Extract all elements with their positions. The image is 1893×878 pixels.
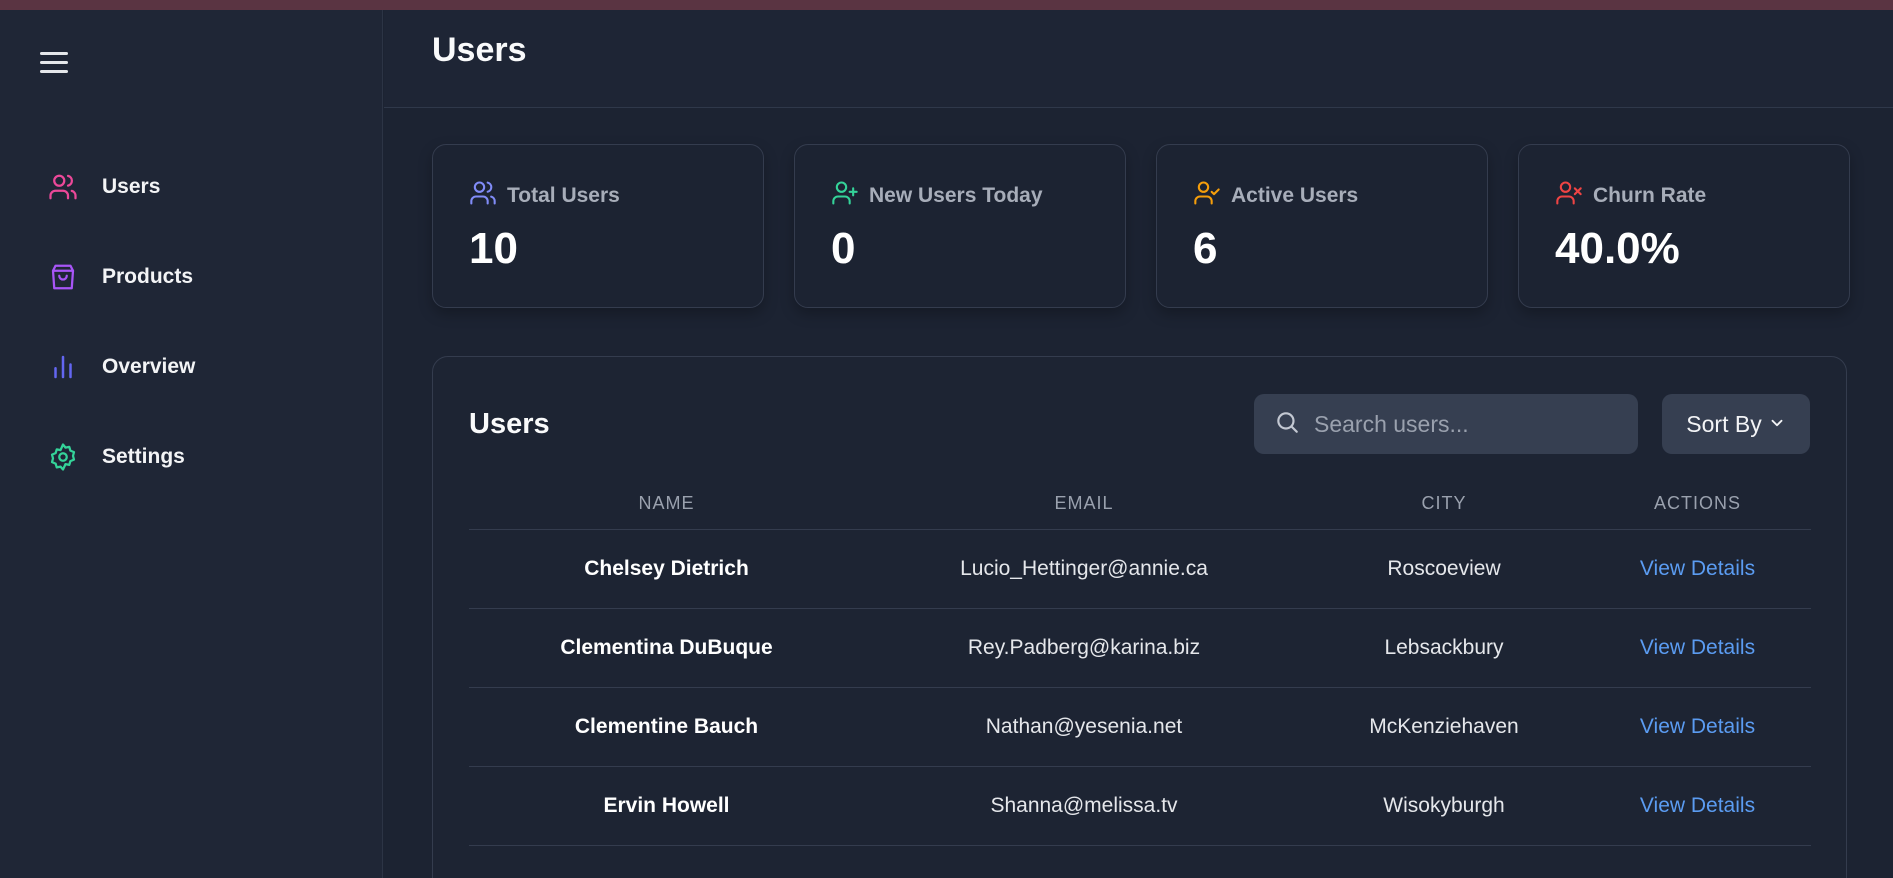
view-details-link[interactable]: View Details bbox=[1640, 636, 1755, 659]
user-email: Rey.Padberg@karina.biz bbox=[864, 608, 1304, 688]
sort-by-button[interactable]: Sort By bbox=[1662, 394, 1810, 454]
user-email: Nathan@yesenia.net bbox=[864, 687, 1304, 767]
sidebar-item-label: Settings bbox=[102, 445, 185, 468]
user-email: Lucio_Hettinger@annie.ca bbox=[864, 529, 1304, 609]
user-plus-icon bbox=[831, 179, 859, 212]
stat-label: Total Users bbox=[507, 183, 620, 207]
actions-cell: View Details bbox=[1584, 608, 1811, 688]
user-name: Chelsey Dietrich bbox=[469, 529, 864, 609]
sidebar-item-label: Overview bbox=[102, 355, 196, 378]
users-table: NAME EMAIL CITY ACTIONS Chelsey Dietrich… bbox=[469, 493, 1811, 846]
column-header-email[interactable]: EMAIL bbox=[864, 493, 1304, 530]
panel-title: Users bbox=[469, 407, 550, 440]
bar-chart-icon bbox=[48, 352, 78, 382]
table-header-row: NAME EMAIL CITY ACTIONS bbox=[469, 493, 1811, 530]
user-city: Lebsackbury bbox=[1304, 608, 1584, 688]
user-city: McKenziehaven bbox=[1304, 687, 1584, 767]
table-row: Clementina DuBuque Rey.Padberg@karina.bi… bbox=[469, 608, 1811, 688]
stat-card-churn-rate: Churn Rate 40.0% bbox=[1518, 144, 1850, 308]
actions-cell: View Details bbox=[1584, 687, 1811, 767]
sidebar-item-settings[interactable]: Settings bbox=[48, 437, 185, 477]
column-header-name[interactable]: NAME bbox=[469, 493, 864, 530]
users-icon bbox=[48, 172, 78, 202]
sort-by-label: Sort By bbox=[1686, 410, 1762, 437]
sidebar-item-label: Users bbox=[102, 175, 161, 198]
stat-value: 6 bbox=[1193, 224, 1218, 273]
user-x-icon bbox=[1555, 179, 1583, 212]
stat-value: 0 bbox=[831, 224, 856, 273]
user-name: Clementine Bauch bbox=[469, 687, 864, 767]
search-input[interactable] bbox=[1314, 410, 1614, 438]
search-field[interactable] bbox=[1254, 394, 1638, 454]
user-city: Roscoeview bbox=[1304, 529, 1584, 609]
user-name: Ervin Howell bbox=[469, 766, 864, 846]
user-city: Wisokyburgh bbox=[1304, 766, 1584, 846]
user-name: Clementina DuBuque bbox=[469, 608, 864, 688]
stat-value: 10 bbox=[469, 224, 518, 273]
view-details-link[interactable]: View Details bbox=[1640, 715, 1755, 738]
hamburger-icon[interactable] bbox=[40, 52, 68, 76]
column-header-city[interactable]: CITY bbox=[1304, 493, 1584, 530]
stat-card-total-users: Total Users 10 bbox=[432, 144, 764, 308]
stat-card-new-users: New Users Today 0 bbox=[794, 144, 1126, 308]
chevron-down-icon bbox=[1768, 411, 1786, 438]
stat-label: New Users Today bbox=[869, 183, 1043, 207]
view-details-link[interactable]: View Details bbox=[1640, 794, 1755, 817]
main-content: Users Total Users 10 New Users Today 0 A… bbox=[384, 10, 1893, 878]
sidebar-item-users[interactable]: Users bbox=[48, 167, 160, 207]
panel-header: Users Sort By bbox=[469, 393, 1810, 455]
column-header-actions: ACTIONS bbox=[1584, 493, 1811, 530]
page-header: Users bbox=[384, 10, 1893, 108]
table-row: Ervin Howell Shanna@melissa.tv Wisokybur… bbox=[469, 766, 1811, 846]
stat-label: Churn Rate bbox=[1593, 183, 1707, 207]
stats-row: Total Users 10 New Users Today 0 Active … bbox=[432, 144, 1850, 308]
table-row: Clementine Bauch Nathan@yesenia.net McKe… bbox=[469, 687, 1811, 767]
view-details-link[interactable]: View Details bbox=[1640, 557, 1755, 580]
sidebar-item-products[interactable]: Products bbox=[48, 257, 193, 297]
shopping-bag-icon bbox=[48, 262, 78, 292]
stat-card-active-users: Active Users 6 bbox=[1156, 144, 1488, 308]
user-email: Shanna@melissa.tv bbox=[864, 766, 1304, 846]
users-table-panel: Users Sort By NAME EMAIL CITY bbox=[432, 356, 1847, 878]
sidebar: Users Products Overview Settings bbox=[0, 10, 383, 878]
table-row: Chelsey Dietrich Lucio_Hettinger@annie.c… bbox=[469, 529, 1811, 609]
search-icon bbox=[1274, 409, 1300, 440]
page-title: Users bbox=[432, 31, 527, 69]
top-accent-bar bbox=[0, 0, 1893, 10]
stat-label: Active Users bbox=[1231, 183, 1359, 207]
stat-value: 40.0% bbox=[1555, 224, 1680, 273]
sidebar-item-label: Products bbox=[102, 265, 194, 288]
user-check-icon bbox=[1193, 179, 1221, 212]
actions-cell: View Details bbox=[1584, 529, 1811, 609]
actions-cell: View Details bbox=[1584, 766, 1811, 846]
gear-icon bbox=[48, 442, 78, 472]
users-icon bbox=[469, 179, 497, 212]
sidebar-item-overview[interactable]: Overview bbox=[48, 347, 195, 387]
